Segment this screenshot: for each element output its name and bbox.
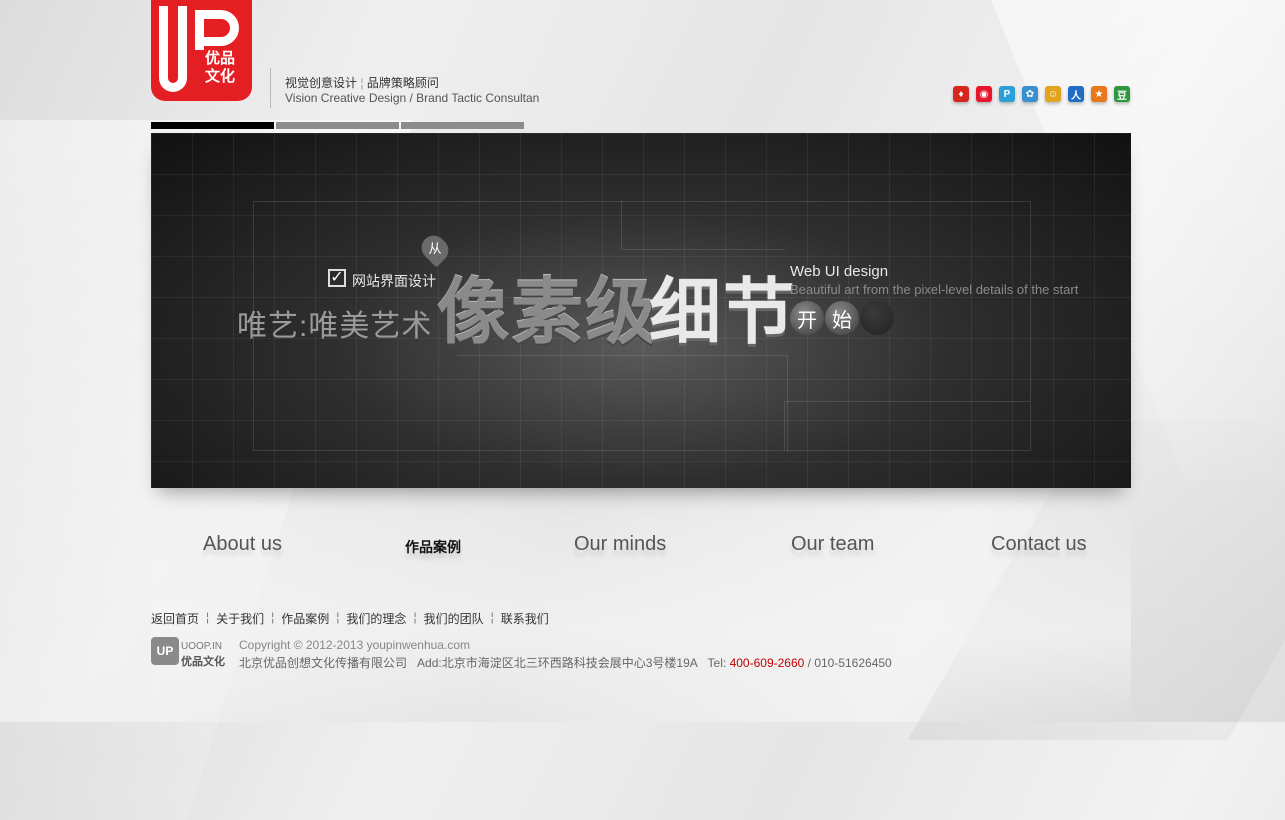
footer-link[interactable]: 作品案例	[281, 610, 329, 627]
banner-headline-2: 细节	[649, 273, 798, 353]
logo-u-shape	[159, 6, 187, 92]
sina-qq-icon[interactable]: ♦	[953, 86, 969, 102]
footer-link[interactable]: 我们的理念	[346, 610, 406, 627]
slider-tab-1[interactable]	[151, 122, 274, 129]
header-divider	[270, 68, 271, 108]
footer-address-line: 北京优品创想文化传播有限公司 Add:北京市海淀区北三环西路科技会展中心3号楼1…	[239, 654, 892, 671]
paipai-icon[interactable]: P	[999, 86, 1015, 102]
banner-circle-1: 开	[790, 301, 824, 335]
checkbox-icon: ✓	[328, 269, 346, 287]
nav-our-team[interactable]: Our team	[791, 533, 874, 556]
tagline-en: Vision Creative Design / Brand Tactic Co…	[285, 91, 540, 105]
banner-circle-3	[860, 301, 894, 335]
logo-p-shape	[195, 10, 239, 46]
tel-label: Tel:	[707, 656, 727, 670]
footer-logo-name: 优品文化	[181, 656, 225, 668]
nav-contact-us[interactable]: Contact us	[991, 533, 1087, 556]
qq-icon[interactable]: ✿	[1022, 86, 1038, 102]
banner-frame	[457, 355, 788, 452]
banner-circle-2: 始	[825, 301, 859, 335]
social-share-bar: ♦ ◉ P ✿ ☺ 人 ★ 豆	[953, 86, 1130, 102]
logo-text: 优品文化	[204, 50, 235, 85]
company-name: 北京优品创想文化传播有限公司	[239, 656, 408, 670]
footer-links: 返回首页 ¦ 关于我们 ¦ 作品案例 ¦ 我们的理念 ¦ 我们的团队 ¦ 联系我们	[151, 610, 549, 627]
kaixin-icon[interactable]: ☺	[1045, 86, 1061, 102]
banner-subtitle: 唯艺:唯美艺术	[237, 310, 433, 343]
footer-logo-domain: UOOP.IN	[181, 641, 222, 652]
footer-link-separator: ¦	[336, 610, 340, 624]
footer-link[interactable]: 我们的团队	[424, 610, 484, 627]
copyright: Copyright © 2012-2013 youpinwenhua.com	[239, 638, 470, 652]
address: Add:北京市海淀区北三环西路科技会展中心3号楼19A	[417, 656, 698, 670]
banner-frame	[621, 201, 785, 250]
content-column	[151, 495, 1131, 722]
footer-link[interactable]: 返回首页	[151, 610, 199, 627]
slider-tab-2[interactable]	[276, 122, 399, 129]
tel-hotline: 400-609-2660	[729, 656, 805, 670]
slider-tab-3[interactable]	[401, 122, 524, 129]
nav-about-us[interactable]: About us	[203, 533, 282, 556]
weibo-icon[interactable]: ◉	[976, 86, 992, 102]
nav-our-minds[interactable]: Our minds	[574, 533, 666, 556]
footer-logo: UP	[151, 637, 179, 665]
douban-icon[interactable]: 豆	[1114, 86, 1130, 102]
tagline-sep: ¦	[360, 76, 364, 90]
banner-en-subtitle: Beautiful art from the pixel-level detai…	[790, 282, 1079, 297]
banner-frame	[784, 401, 1030, 450]
footer-link-separator: ¦	[206, 610, 210, 624]
footer-link[interactable]: 关于我们	[216, 610, 264, 627]
tagline-cn-1: 视觉创意设计	[285, 76, 358, 90]
footer-link-separator: ¦	[413, 610, 417, 624]
tagline-cn: 视觉创意设计 ¦ 品牌策略顾问	[285, 74, 439, 91]
footer-link-separator: ¦	[490, 610, 494, 624]
qzone-icon[interactable]: ★	[1091, 86, 1107, 102]
banner-en-title: Web UI design	[790, 263, 889, 280]
slider-tabs	[151, 122, 524, 129]
footer-link[interactable]: 联系我们	[501, 610, 549, 627]
tel-other: / 010-51626450	[804, 656, 892, 670]
banner-check-label: 网站界面设计	[352, 273, 436, 289]
hero-banner[interactable]: ✓ 网站界面设计 从 唯艺:唯美艺术 像素级 细节 Web UI design …	[151, 133, 1131, 488]
banner-headline-1: 像素级	[437, 273, 660, 353]
logo[interactable]: 优品文化	[151, 0, 252, 101]
footer-link-separator: ¦	[271, 610, 275, 624]
main-nav: About us 作品案例 Our minds Our team Contact…	[151, 533, 1131, 563]
nav-portfolio[interactable]: 作品案例	[405, 537, 461, 557]
renren-icon[interactable]: 人	[1068, 86, 1084, 102]
tagline-cn-2: 品牌策略顾问	[366, 76, 439, 90]
